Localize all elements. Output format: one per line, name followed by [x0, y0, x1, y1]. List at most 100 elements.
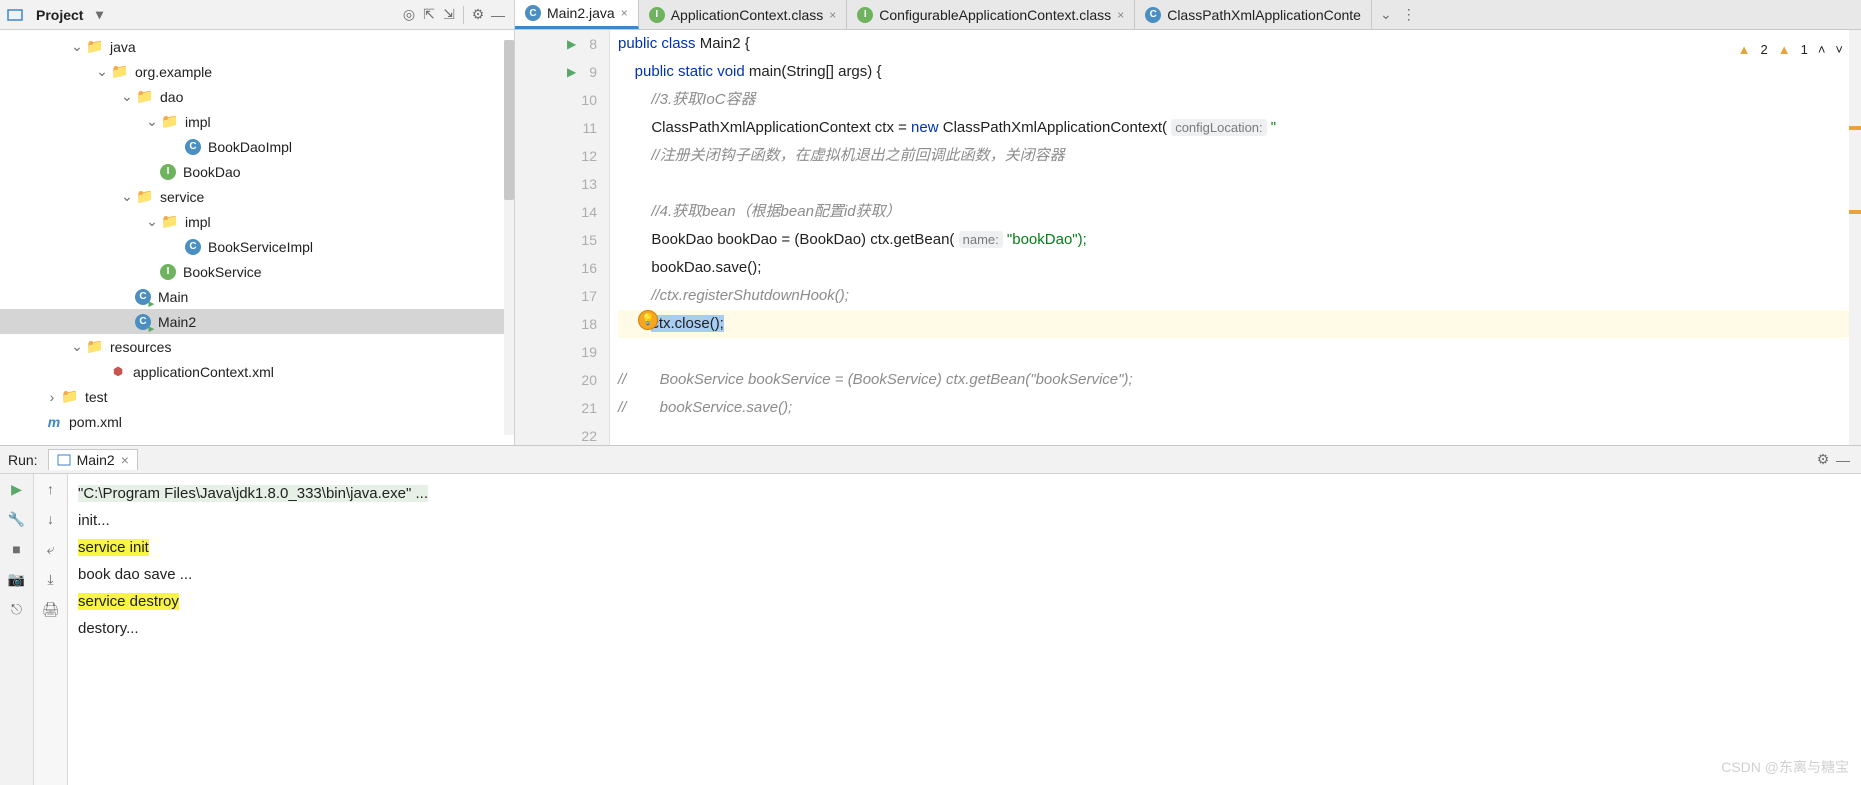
- dump-button[interactable]: 📷: [6, 568, 28, 590]
- package-icon: 📁: [136, 88, 154, 106]
- tabs-more-icon[interactable]: ⋮: [1402, 6, 1416, 23]
- hide-icon[interactable]: —: [1833, 450, 1853, 470]
- up-button[interactable]: ↑: [40, 478, 62, 500]
- close-icon[interactable]: ×: [121, 452, 129, 468]
- tree-node-java[interactable]: ⌄📁java: [0, 34, 514, 59]
- project-header: Project ▾ ◎ ⇱ ⇲ ⚙ —: [0, 0, 514, 30]
- tree-node-appcontext-xml[interactable]: ⬢applicationContext.xml: [0, 359, 514, 384]
- scroll-end-button[interactable]: ⤓: [40, 568, 62, 590]
- console-line: init...: [78, 507, 1851, 534]
- console-line: destory...: [78, 615, 1851, 642]
- soft-wrap-button[interactable]: ⤶: [40, 538, 62, 560]
- warning-icon: ▲: [1738, 36, 1751, 64]
- tree-node-service[interactable]: ⌄📁service: [0, 184, 514, 209]
- chevron-down-icon: ⌄: [70, 340, 84, 354]
- expand-icon[interactable]: ⇱: [419, 5, 439, 25]
- gutter: ▶8 ▶9 101112 131415 161718 192021 22: [515, 30, 610, 445]
- folder-icon: 📁: [61, 388, 79, 406]
- chevron-down-icon: ⌄: [70, 40, 84, 54]
- chevron-down-icon: ⌄: [95, 65, 109, 79]
- project-tree[interactable]: ⌄📁java ⌄📁org.example ⌄📁dao ⌄📁impl CBookD…: [0, 30, 514, 445]
- chevron-down-icon: ⌄: [145, 115, 159, 129]
- tree-node-main[interactable]: CMain: [0, 284, 514, 309]
- package-icon: 📁: [111, 63, 129, 81]
- class-icon: C: [525, 5, 541, 21]
- settings-icon[interactable]: ⚙: [468, 5, 488, 25]
- chevron-down-icon: ⌄: [145, 215, 159, 229]
- chevron-down-icon: ⌄: [120, 190, 134, 204]
- tree-node-package[interactable]: ⌄📁org.example: [0, 59, 514, 84]
- project-dropdown-icon[interactable]: ▾: [89, 5, 109, 25]
- run-config-icon: [57, 453, 71, 467]
- runnable-class-icon: C: [134, 288, 152, 306]
- run-toolbar-primary: ▶ 🔧 ■ 📷 ⎋: [0, 474, 34, 785]
- tree-node-dao[interactable]: ⌄📁dao: [0, 84, 514, 109]
- tools-button[interactable]: 🔧: [6, 508, 28, 530]
- run-gutter-icon[interactable]: ▶: [567, 37, 576, 51]
- close-icon[interactable]: ×: [1117, 8, 1124, 22]
- run-tool-window: Run: Main2 × ⚙ — ▶ 🔧 ■ 📷 ⎋ ↑ ↓ ⤶ ⤓ 🖨 "C:…: [0, 445, 1861, 785]
- run-label: Run:: [8, 452, 38, 468]
- chevron-down-icon[interactable]: ˅: [1835, 36, 1843, 64]
- package-icon: 📁: [136, 188, 154, 206]
- project-tool-window: Project ▾ ◎ ⇱ ⇲ ⚙ — ⌄📁java ⌄📁org.example…: [0, 0, 515, 445]
- tree-node-service-impl[interactable]: ⌄📁impl: [0, 209, 514, 234]
- tree-node-resources[interactable]: ⌄📁resources: [0, 334, 514, 359]
- tree-node-bookserviceimpl[interactable]: CBookServiceImpl: [0, 234, 514, 259]
- chevron-down-icon: ⌄: [120, 90, 134, 104]
- tab-classpathxml[interactable]: CClassPathXmlApplicationConte: [1135, 0, 1372, 29]
- tab-configurableapplicationcontext[interactable]: IConfigurableApplicationContext.class×: [847, 0, 1135, 29]
- tree-node-bookdao[interactable]: IBookDao: [0, 159, 514, 184]
- chevron-up-icon[interactable]: ˄: [1818, 36, 1826, 64]
- console-line: book dao save ...: [78, 561, 1851, 588]
- close-icon[interactable]: ×: [621, 6, 628, 20]
- error-stripe[interactable]: [1849, 30, 1861, 445]
- tree-node-main2[interactable]: CMain2: [0, 309, 514, 334]
- project-title: Project: [36, 7, 83, 23]
- tab-applicationcontext[interactable]: IApplicationContext.class×: [639, 0, 848, 29]
- run-toolbar-secondary: ↑ ↓ ⤶ ⤓ 🖨: [34, 474, 68, 785]
- tabs-dropdown-icon[interactable]: ⌄: [1380, 6, 1392, 23]
- print-button[interactable]: 🖨: [40, 598, 62, 620]
- close-icon[interactable]: ×: [829, 8, 836, 22]
- collapse-icon[interactable]: ⇲: [439, 5, 459, 25]
- package-icon: 📁: [161, 213, 179, 231]
- package-icon: 📁: [161, 113, 179, 131]
- tab-main2[interactable]: CMain2.java×: [515, 0, 639, 29]
- tree-node-test[interactable]: ›📁test: [0, 384, 514, 409]
- tree-node-bookservice[interactable]: IBookService: [0, 259, 514, 284]
- tree-node-dao-impl[interactable]: ⌄📁impl: [0, 109, 514, 134]
- stop-button[interactable]: ■: [6, 538, 28, 560]
- maven-icon: m: [45, 413, 63, 431]
- code-area[interactable]: ▲2 ▲1 ˄˅ public class Main2 { public sta…: [610, 30, 1861, 445]
- run-config-tab[interactable]: Main2 ×: [48, 449, 138, 470]
- hide-icon[interactable]: —: [488, 5, 508, 25]
- resources-folder-icon: 📁: [86, 338, 104, 356]
- intention-bulb-icon[interactable]: 💡: [638, 310, 658, 330]
- console-output[interactable]: "C:\Program Files\Java\jdk1.8.0_333\bin\…: [68, 474, 1861, 785]
- weak-warning-icon: ▲: [1778, 36, 1791, 64]
- run-header: Run: Main2 × ⚙ —: [0, 446, 1861, 474]
- down-button[interactable]: ↓: [40, 508, 62, 530]
- spring-xml-icon: ⬢: [109, 363, 127, 381]
- chevron-right-icon: ›: [45, 390, 59, 404]
- settings-icon[interactable]: ⚙: [1813, 450, 1833, 470]
- locate-icon[interactable]: ◎: [399, 5, 419, 25]
- editor-body[interactable]: ▶8 ▶9 101112 131415 161718 192021 22 ▲2 …: [515, 30, 1861, 445]
- interface-icon: I: [159, 263, 177, 281]
- interface-icon: I: [857, 7, 873, 23]
- project-icon: [6, 6, 24, 24]
- folder-icon: 📁: [86, 38, 104, 56]
- tree-scrollbar[interactable]: [504, 40, 514, 435]
- runnable-class-icon: C: [134, 313, 152, 331]
- rerun-button[interactable]: ▶: [6, 478, 28, 500]
- run-gutter-icon[interactable]: ▶: [567, 65, 576, 79]
- inspection-status[interactable]: ▲2 ▲1 ˄˅: [1738, 36, 1843, 64]
- console-highlight: service init: [78, 539, 149, 556]
- exit-button[interactable]: ⎋: [6, 598, 28, 620]
- console-command: "C:\Program Files\Java\jdk1.8.0_333\bin\…: [78, 485, 428, 502]
- tree-node-pom[interactable]: mpom.xml: [0, 409, 514, 434]
- tree-node-bookdaoimpl[interactable]: CBookDaoImpl: [0, 134, 514, 159]
- editor-tabs: CMain2.java× IApplicationContext.class× …: [515, 0, 1861, 30]
- editor-area: CMain2.java× IApplicationContext.class× …: [515, 0, 1861, 445]
